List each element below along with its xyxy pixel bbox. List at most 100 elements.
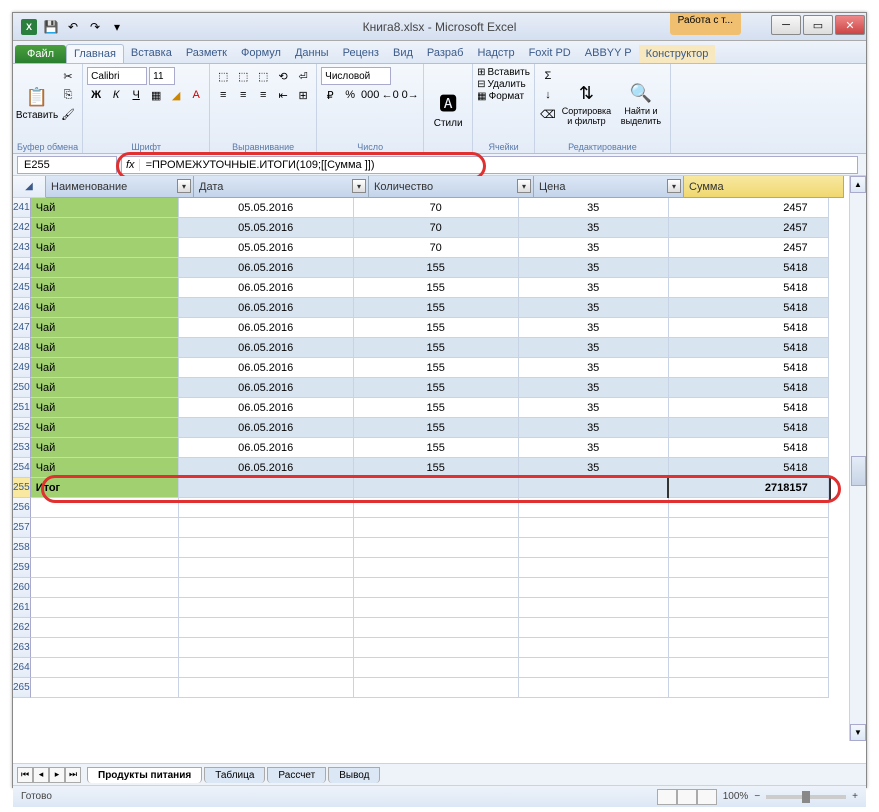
scroll-down-button[interactable]: ▼ — [850, 724, 866, 741]
cell[interactable] — [179, 678, 354, 698]
cell-sum[interactable]: 5418 — [669, 438, 829, 458]
cell-price[interactable]: 35 — [519, 258, 669, 278]
cell[interactable] — [669, 518, 829, 538]
cell[interactable] — [669, 558, 829, 578]
cell-qty[interactable]: 155 — [354, 438, 519, 458]
cell[interactable] — [354, 538, 519, 558]
cell[interactable] — [354, 598, 519, 618]
row-header[interactable]: 244 — [13, 258, 31, 278]
column-header-sum[interactable]: Сумма — [684, 176, 844, 198]
cell[interactable] — [31, 638, 179, 658]
cell-sum[interactable]: 5418 — [669, 358, 829, 378]
row-header[interactable]: 254 — [13, 458, 31, 478]
cell[interactable] — [519, 498, 669, 518]
percent-button[interactable]: % — [341, 86, 359, 104]
filter-dropdown-icon[interactable]: ▾ — [352, 179, 366, 193]
cell-qty[interactable]: 155 — [354, 358, 519, 378]
sheet-tab[interactable]: Рассчет — [267, 767, 326, 783]
column-header-date[interactable]: Дата▾ — [194, 176, 369, 198]
ribbon-tab[interactable]: Главная — [66, 44, 124, 63]
zoom-slider[interactable] — [766, 795, 846, 799]
cell-sum[interactable]: 5418 — [669, 398, 829, 418]
format-cells-button[interactable]: Формат — [489, 91, 525, 102]
cell-date[interactable]: 05.05.2016 — [179, 218, 354, 238]
row-header[interactable]: 257 — [13, 518, 31, 538]
tab-constructor[interactable]: Конструктор — [639, 45, 716, 63]
cell[interactable] — [519, 618, 669, 638]
insert-cells-button[interactable]: Вставить — [488, 67, 530, 78]
border-button[interactable]: ▦ — [147, 86, 165, 104]
insert-cells-icon[interactable]: ⊞ — [477, 67, 485, 78]
cell-name[interactable]: Чай — [31, 258, 179, 278]
increase-decimal-button[interactable]: ←0 — [381, 86, 399, 104]
align-top-button[interactable]: ⬚ — [214, 67, 232, 85]
cell[interactable] — [31, 578, 179, 598]
sheet-tab[interactable]: Таблица — [204, 767, 265, 783]
redo-icon[interactable]: ↷ — [85, 17, 105, 37]
cell-date[interactable]: 06.05.2016 — [179, 318, 354, 338]
zoom-out-button[interactable]: − — [754, 791, 760, 802]
cell[interactable] — [179, 658, 354, 678]
cell-sum[interactable]: 5418 — [669, 338, 829, 358]
cell-price[interactable]: 35 — [519, 238, 669, 258]
cell[interactable] — [31, 598, 179, 618]
cell-qty[interactable]: 155 — [354, 278, 519, 298]
minimize-button[interactable]: ─ — [771, 15, 801, 35]
tab-nav-prev[interactable]: ◂ — [33, 767, 49, 783]
cell-date[interactable]: 06.05.2016 — [179, 338, 354, 358]
cell[interactable] — [669, 678, 829, 698]
cell-date[interactable]: 06.05.2016 — [179, 378, 354, 398]
cell-price[interactable]: 35 — [519, 438, 669, 458]
cell-date[interactable]: 06.05.2016 — [179, 398, 354, 418]
cell[interactable] — [179, 598, 354, 618]
save-icon[interactable]: 💾 — [41, 17, 61, 37]
cell-date[interactable]: 06.05.2016 — [179, 418, 354, 438]
cell-sum[interactable]: 2457 — [669, 198, 829, 218]
row-header[interactable]: 247 — [13, 318, 31, 338]
cell[interactable] — [519, 658, 669, 678]
cell-name[interactable]: Чай — [31, 238, 179, 258]
cell-qty[interactable]: 155 — [354, 378, 519, 398]
cell[interactable] — [354, 558, 519, 578]
cell[interactable] — [669, 598, 829, 618]
cell-date[interactable]: 06.05.2016 — [179, 258, 354, 278]
cell-sum[interactable]: 2457 — [669, 218, 829, 238]
cell-total-label[interactable]: Итог — [31, 478, 179, 498]
cell[interactable] — [179, 618, 354, 638]
cell[interactable] — [31, 498, 179, 518]
ribbon-tab[interactable]: Вставка — [124, 44, 179, 63]
cell-name[interactable]: Чай — [31, 438, 179, 458]
row-header[interactable]: 250 — [13, 378, 31, 398]
cell-name[interactable]: Чай — [31, 318, 179, 338]
align-center-button[interactable]: ≡ — [234, 86, 252, 104]
row-header[interactable]: 248 — [13, 338, 31, 358]
cell-sum[interactable]: 5418 — [669, 258, 829, 278]
cell-qty[interactable]: 155 — [354, 398, 519, 418]
cell[interactable] — [519, 638, 669, 658]
row-header[interactable]: 259 — [13, 558, 31, 578]
vertical-scrollbar[interactable]: ▲ ▼ — [849, 176, 866, 741]
file-tab[interactable]: Файл — [15, 45, 66, 63]
font-color-button[interactable]: A — [187, 86, 205, 104]
view-break-button[interactable] — [697, 789, 717, 805]
format-cells-icon[interactable]: ▦ — [477, 91, 486, 102]
cell-price[interactable]: 35 — [519, 378, 669, 398]
cell[interactable] — [179, 478, 354, 498]
cell-price[interactable]: 35 — [519, 398, 669, 418]
cell[interactable] — [519, 578, 669, 598]
cell[interactable] — [179, 558, 354, 578]
cell-qty[interactable]: 70 — [354, 238, 519, 258]
cell-date[interactable]: 05.05.2016 — [179, 198, 354, 218]
cell-qty[interactable]: 155 — [354, 318, 519, 338]
cell-name[interactable]: Чай — [31, 358, 179, 378]
styles-button[interactable]: 🅰 Стили — [428, 67, 468, 151]
cell-name[interactable]: Чай — [31, 218, 179, 238]
cell-name[interactable]: Чай — [31, 278, 179, 298]
find-select-button[interactable]: 🔍 Найти и выделить — [616, 67, 666, 141]
cell[interactable] — [31, 618, 179, 638]
cell[interactable] — [519, 558, 669, 578]
filter-dropdown-icon[interactable]: ▾ — [177, 179, 191, 193]
cell[interactable] — [179, 518, 354, 538]
filter-dropdown-icon[interactable]: ▾ — [517, 179, 531, 193]
cell-price[interactable]: 35 — [519, 298, 669, 318]
